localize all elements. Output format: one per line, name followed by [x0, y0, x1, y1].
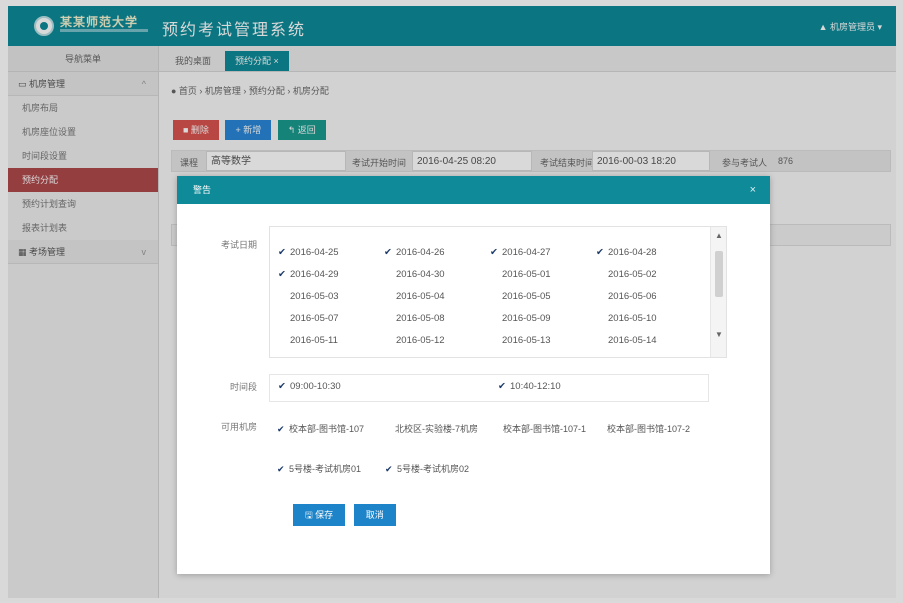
date-label: 2016-05-07: [290, 313, 339, 324]
exam-date-list[interactable]: ✔ 2016-04-25 ✔ 2016-04-26 ✔ 2016-04-27 ✔ 2016-0…: [269, 226, 727, 358]
date-label: 2016-05-18: [608, 357, 657, 358]
timeslot-list: ✔ 09:00-10:30 ✔ 10:40-12:10: [269, 374, 709, 402]
rooms-label: 可用机房: [220, 422, 257, 432]
dialog-title: 警告: [193, 185, 212, 195]
date-label: 2016-04-27: [502, 247, 551, 258]
room-option[interactable]: ✔ 5号楼-考试机房02: [385, 460, 469, 478]
date-label: 2016-05-09: [502, 313, 551, 324]
timeslot-option[interactable]: ✔ 10:40-12:10: [498, 381, 561, 392]
scroll-thumb[interactable]: [715, 251, 723, 297]
check-icon: ✔: [277, 424, 285, 434]
check-icon: ✔: [596, 247, 604, 258]
date-label: 2016-05-12: [396, 335, 445, 346]
room-option[interactable]: 校本部-图书馆-107-1: [491, 420, 587, 438]
date-scrollbar[interactable]: ▲ ▼: [710, 227, 726, 357]
date-label: 2016-05-13: [502, 335, 551, 346]
cancel-button[interactable]: 取消: [353, 504, 396, 526]
date-option[interactable]: 2016-05-02: [596, 265, 700, 285]
check-icon: ✔: [498, 381, 506, 392]
check-icon: ✔: [278, 381, 286, 392]
date-label: 2016-05-03: [290, 291, 339, 302]
check-icon: ✔: [384, 247, 392, 258]
date-label: 2016-04-29: [290, 269, 339, 280]
dialog-header: 警告 ×: [177, 176, 770, 204]
check-icon: ✔: [278, 247, 286, 258]
date-label: 2016-05-01: [502, 269, 551, 280]
date-option[interactable]: ✔ 2016-04-27: [490, 243, 594, 263]
check-icon: ✔: [278, 269, 286, 280]
date-option[interactable]: ✔ 2016-04-26: [384, 243, 488, 263]
date-option[interactable]: 2016-05-17: [490, 353, 594, 358]
timeslot-label: 时间段: [229, 382, 257, 392]
room-option[interactable]: 北校区-实验楼-7机房: [383, 420, 483, 438]
date-option[interactable]: 2016-05-10: [596, 309, 700, 329]
date-label: 2016-05-05: [502, 291, 551, 302]
date-label: 2016-05-17: [502, 357, 551, 358]
date-option[interactable]: ✔ 2016-04-29: [278, 265, 382, 285]
date-option[interactable]: 2016-04-30: [384, 265, 488, 285]
date-option[interactable]: 2016-05-15: [278, 353, 382, 358]
assign-dialog: 警告 × 考试日期 ✔ 2016-04-25 ✔ 2016-04-26 ✔ 2016-04…: [177, 176, 770, 574]
date-label: 2016-05-14: [608, 335, 657, 346]
save-button[interactable]: 🖫 保存: [293, 504, 346, 526]
date-label: 2016-05-04: [396, 291, 445, 302]
date-option[interactable]: 2016-05-08: [384, 309, 488, 329]
room-option[interactable]: ✔ 5号楼-考试机房01: [277, 460, 361, 478]
date-option[interactable]: 2016-05-09: [490, 309, 594, 329]
date-option[interactable]: 2016-05-06: [596, 287, 700, 307]
save-icon: 🖫: [305, 510, 316, 520]
date-option[interactable]: 2016-05-12: [384, 331, 488, 351]
date-label: 2016-05-06: [608, 291, 657, 302]
date-option[interactable]: 2016-05-07: [278, 309, 382, 329]
check-icon: ✔: [385, 464, 393, 474]
date-label: 2016-04-30: [396, 269, 445, 280]
room-list: ✔ 校本部-图书馆-107 北校区-实验楼-7机房 校本部-图书馆-107-1 校…: [269, 418, 709, 488]
date-label: 2016-05-10: [608, 313, 657, 324]
date-label: 2016-05-15: [290, 357, 339, 358]
date-option[interactable]: 2016-05-04: [384, 287, 488, 307]
scroll-up-icon[interactable]: ▲: [715, 231, 723, 240]
dialog-footer: 🖫 保存 取消: [293, 504, 402, 526]
check-icon: ✔: [490, 247, 498, 258]
scroll-down-icon[interactable]: ▼: [715, 330, 723, 339]
date-label: 2016-05-08: [396, 313, 445, 324]
date-option[interactable]: 2016-05-01: [490, 265, 594, 285]
close-icon[interactable]: ×: [750, 176, 756, 204]
timeslot-option[interactable]: ✔ 09:00-10:30: [278, 381, 341, 392]
date-option[interactable]: 2016-05-05: [490, 287, 594, 307]
room-option[interactable]: 校本部-图书馆-107-2: [595, 420, 695, 438]
date-label: 2016-05-11: [290, 335, 338, 346]
date-option[interactable]: 2016-05-03: [278, 287, 382, 307]
date-label: 2016-05-16: [396, 357, 445, 358]
date-option[interactable]: 2016-05-16: [384, 353, 488, 358]
room-option[interactable]: ✔ 校本部-图书馆-107: [277, 420, 375, 438]
date-option[interactable]: 2016-05-14: [596, 331, 700, 351]
date-option[interactable]: 2016-05-18: [596, 353, 700, 358]
date-label: 2016-04-28: [608, 247, 657, 258]
date-label: 2016-05-02: [608, 269, 657, 280]
date-option[interactable]: 2016-05-11: [278, 331, 382, 351]
date-option[interactable]: ✔ 2016-04-25: [278, 243, 382, 263]
date-label: 2016-04-25: [290, 247, 339, 258]
exam-date-label: 考试日期: [220, 240, 257, 250]
date-label: 2016-04-26: [396, 247, 445, 258]
date-option[interactable]: 2016-05-13: [490, 331, 594, 351]
check-icon: ✔: [277, 464, 285, 474]
date-option[interactable]: ✔ 2016-04-28: [596, 243, 700, 263]
